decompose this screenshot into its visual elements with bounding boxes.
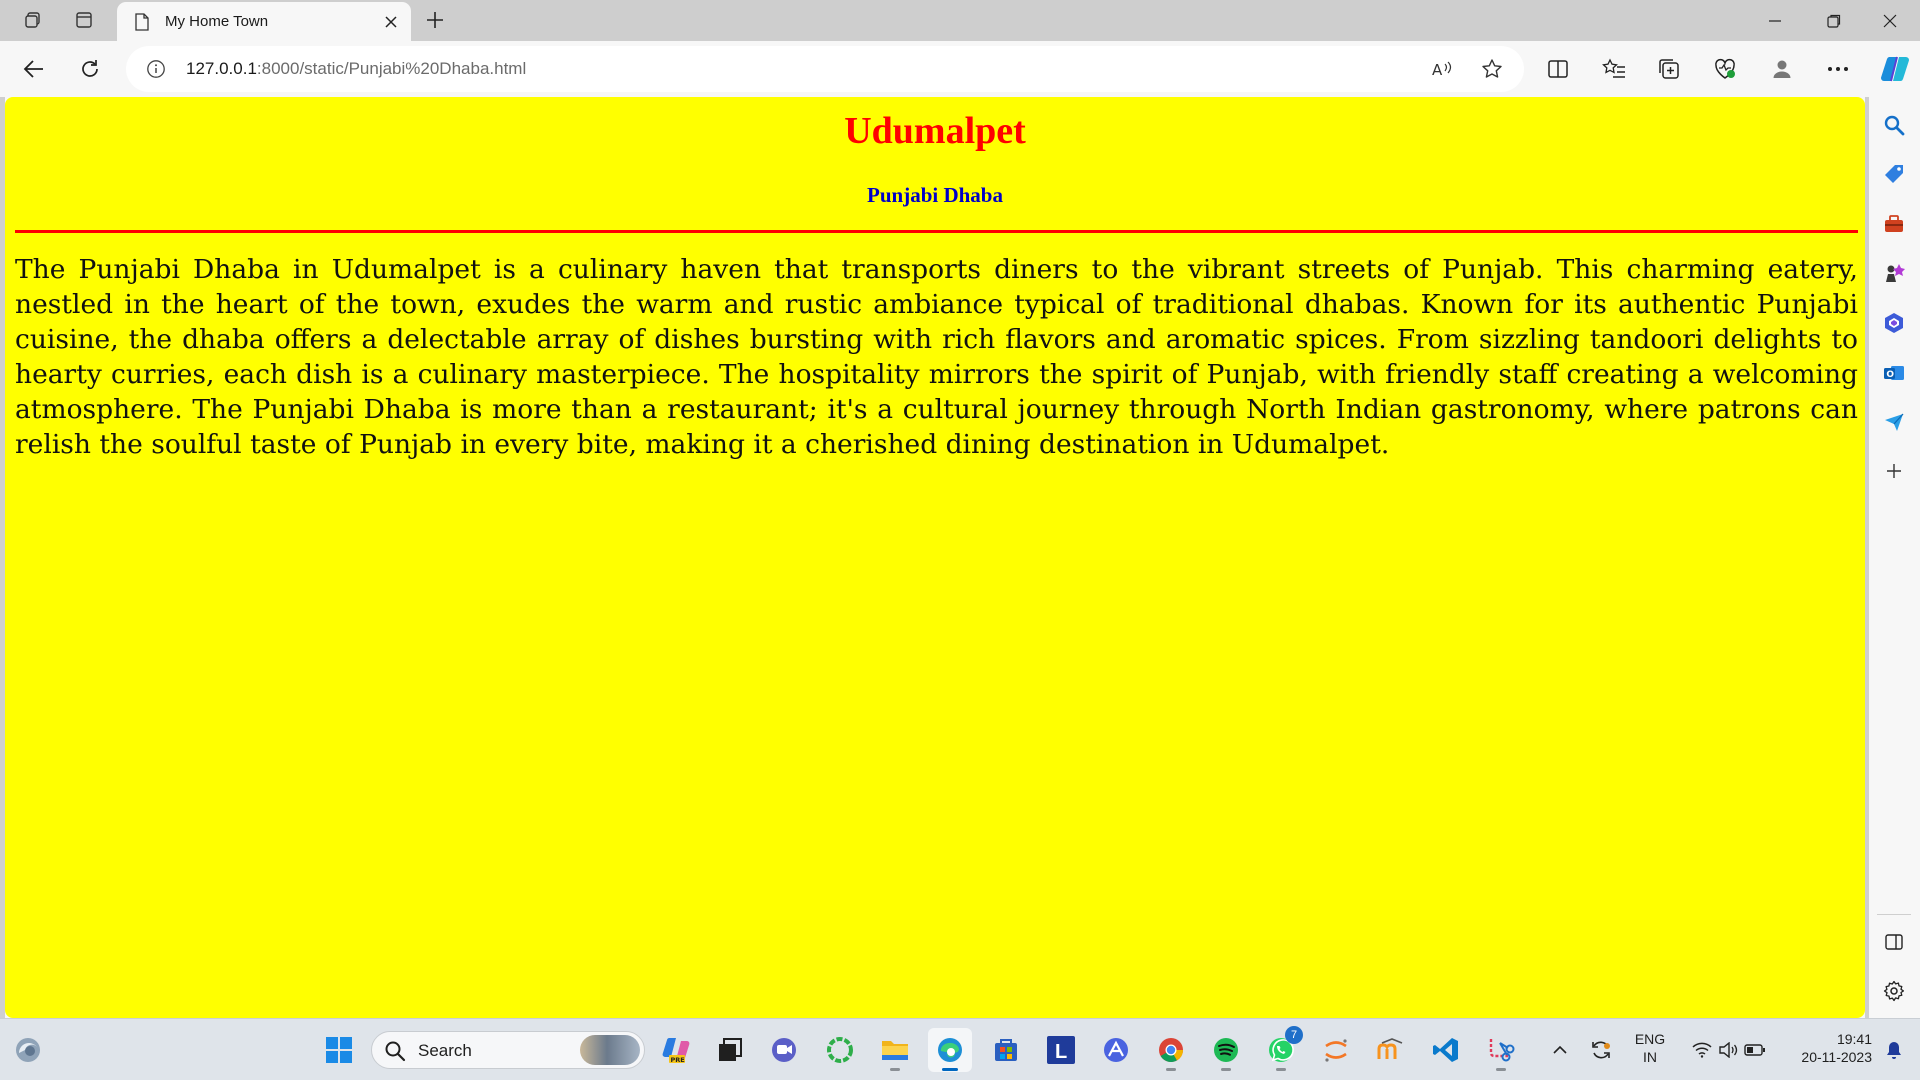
edge-sidebar: O [1869, 97, 1920, 1018]
page-title: Udumalpet [844, 110, 1026, 152]
info-icon[interactable] [146, 59, 166, 79]
jupyter-icon[interactable] [1314, 1028, 1358, 1072]
copilot-preview-icon[interactable]: PRE [654, 1028, 698, 1072]
widgets-icon[interactable] [6, 1028, 50, 1072]
teams-icon[interactable] [762, 1028, 806, 1072]
address-bar[interactable]: 127.0.0.1:8000/static/Punjabi%20Dhaba.ht… [126, 46, 1524, 92]
search-highlight-image [580, 1035, 640, 1065]
workspaces-icon[interactable] [14, 4, 52, 36]
games-icon[interactable] [1879, 258, 1909, 288]
tab-actions-icon[interactable] [65, 4, 103, 36]
spotify-icon[interactable] [1204, 1028, 1248, 1072]
close-window-icon[interactable] [1862, 0, 1918, 41]
outlook-icon[interactable]: O [1879, 358, 1909, 388]
browser-viewport: Udumalpet Punjabi Dhaba The Punjabi Dhab… [5, 97, 1865, 1018]
edge-icon[interactable] [928, 1028, 972, 1072]
start-windows-icon[interactable] [317, 1028, 361, 1072]
url-path: :8000/static/Punjabi%20Dhaba.html [256, 59, 527, 78]
search-icon[interactable] [1879, 110, 1909, 140]
more-options-icon[interactable] [1822, 53, 1854, 85]
clock-time: 19:41 [1836, 1031, 1872, 1047]
vscode-icon[interactable] [1424, 1028, 1468, 1072]
search-magnifier-icon [384, 1040, 406, 1062]
circle-app-icon[interactable] [818, 1028, 862, 1072]
back-arrow-icon[interactable] [14, 49, 54, 89]
notification-bell-icon[interactable] [1876, 1028, 1912, 1072]
show-hidden-icons-chevron-up-icon[interactable] [1540, 1028, 1580, 1072]
whatsapp-badge: 7 [1285, 1026, 1303, 1044]
page-paragraph: The Punjabi Dhaba in Udumalpet is a culi… [15, 254, 1858, 460]
hide-sidebar-icon[interactable] [1879, 927, 1909, 957]
url-host: 127.0.0.1 [186, 59, 257, 78]
tab-my-home-town[interactable]: My Home Town [117, 2, 411, 41]
svg-text:PRE: PRE [671, 1056, 685, 1064]
send-icon[interactable] [1879, 407, 1909, 437]
wifi-icon [1692, 1042, 1712, 1058]
whatsapp-icon[interactable]: 7 [1259, 1026, 1303, 1072]
sidebar-divider [1877, 914, 1911, 915]
close-tab-icon[interactable] [377, 8, 405, 36]
arc-icon[interactable] [1094, 1028, 1138, 1072]
svg-text:A: A [1432, 61, 1443, 79]
windows-taskbar: Search PRE L 7 ENG IN 19:41 20-11-2023 [0, 1018, 1920, 1080]
chrome-icon[interactable] [1149, 1028, 1193, 1072]
tools-briefcase-icon[interactable] [1879, 209, 1909, 239]
page-icon [133, 12, 151, 31]
minimize-icon[interactable] [1747, 0, 1803, 41]
sync-icon[interactable] [1581, 1028, 1621, 1072]
network-volume-battery-group[interactable] [1684, 1028, 1774, 1072]
add-icon[interactable] [1879, 456, 1909, 486]
svg-text:L: L [1055, 1041, 1067, 1063]
file-manager-icon[interactable] [708, 1028, 752, 1072]
region-code: IN [1643, 1049, 1657, 1065]
restore-icon[interactable] [1806, 0, 1862, 41]
taskbar-search-box[interactable]: Search [371, 1031, 645, 1069]
battery-icon [1744, 1044, 1766, 1056]
browser-essentials-icon[interactable] [1709, 53, 1741, 85]
favorite-star-icon[interactable] [1480, 57, 1504, 81]
profile-icon[interactable] [1766, 53, 1798, 85]
favorites-icon[interactable] [1598, 53, 1630, 85]
refresh-icon[interactable] [70, 49, 110, 89]
file-explorer-icon[interactable] [873, 1028, 917, 1072]
clock[interactable]: 19:41 20-11-2023 [1782, 1031, 1872, 1065]
settings-gear-icon[interactable] [1879, 976, 1909, 1006]
snipping-tool-icon[interactable] [1479, 1028, 1523, 1072]
page-body: Udumalpet Punjabi Dhaba The Punjabi Dhab… [5, 97, 1865, 1018]
store-icon[interactable] [984, 1028, 1028, 1072]
browser-title-bar: My Home Town [0, 0, 1920, 41]
horizontal-rule [15, 230, 1858, 233]
clock-date: 20-11-2023 [1801, 1049, 1872, 1065]
moodle-icon[interactable] [1369, 1028, 1413, 1072]
url-text[interactable]: 127.0.0.1:8000/static/Punjabi%20Dhaba.ht… [186, 59, 526, 79]
search-label: Search [418, 1041, 472, 1060]
language-indicator[interactable]: ENG IN [1628, 1031, 1672, 1065]
page-subtitle: Punjabi Dhaba [867, 183, 1003, 207]
read-aloud-icon[interactable]: A [1430, 57, 1454, 81]
browser-toolbar: 127.0.0.1:8000/static/Punjabi%20Dhaba.ht… [0, 41, 1920, 97]
split-screen-icon[interactable] [1542, 53, 1574, 85]
svg-text:O: O [1886, 370, 1894, 380]
shopping-tag-icon[interactable] [1879, 159, 1909, 189]
volume-icon [1718, 1042, 1738, 1058]
tab-title: My Home Town [165, 13, 269, 30]
collections-icon[interactable] [1653, 53, 1685, 85]
language-code: ENG [1634, 1031, 1666, 1047]
copilot-icon[interactable] [1877, 51, 1913, 87]
l-app-icon[interactable]: L [1039, 1028, 1083, 1072]
new-tab-icon[interactable] [416, 4, 454, 36]
microsoft-365-icon[interactable] [1879, 308, 1909, 338]
